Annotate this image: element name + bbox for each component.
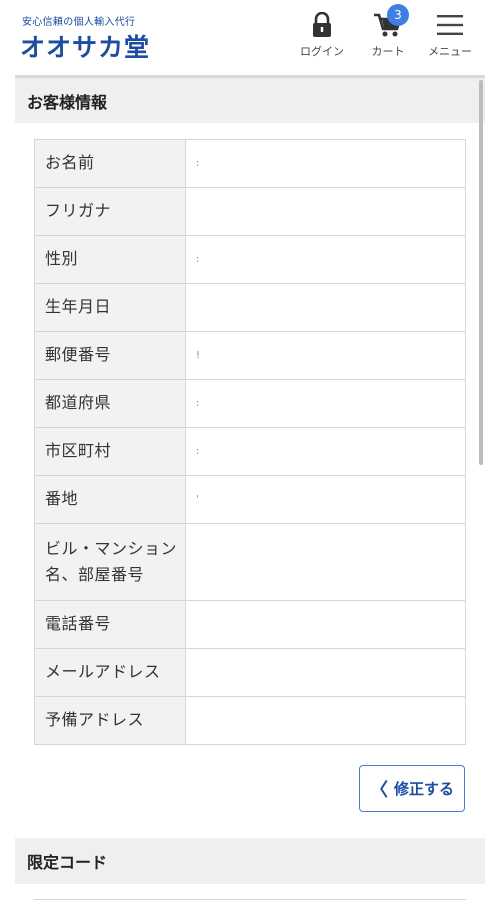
customer-info-heading: お客様情報 xyxy=(15,75,485,123)
row-label-name: お名前 xyxy=(34,139,186,188)
row-label-prefecture: 都道府県 xyxy=(34,379,186,428)
menu-label: メニュー xyxy=(428,45,472,58)
row-value-building xyxy=(185,523,466,601)
cart-label: カート xyxy=(371,45,405,58)
row-label-building: ビル・マンション名、部屋番号 xyxy=(34,523,186,601)
login-button[interactable]: ログイン xyxy=(296,10,348,59)
row-label-city: 市区町村 xyxy=(34,427,186,476)
row-value-furigana xyxy=(185,187,466,236)
row-label-gender: 性別 xyxy=(34,235,186,284)
row-label-birthdate: 生年月日 xyxy=(34,283,186,332)
brand-tagline: 安心信頼の個人輸入代行 xyxy=(22,17,136,28)
customer-info-table: お名前 : フリガナ 性別 : 生年月日 郵便番号 ! 都道府県 : 市区町村 … xyxy=(34,139,466,745)
edit-button-label: 修正する xyxy=(393,780,454,798)
table-row: フリガナ xyxy=(34,187,466,236)
row-value-street: ' xyxy=(185,475,466,524)
table-row: 電話番号 xyxy=(34,600,466,649)
table-row: ビル・マンション名、部屋番号 xyxy=(34,523,466,601)
scrollbar[interactable] xyxy=(479,80,483,465)
site-header: 安心信頼の個人輸入代行 オオサカ堂 ログイン 3 カート メニュー xyxy=(0,0,500,70)
login-label: ログイン xyxy=(300,45,344,58)
table-row: 性別 : xyxy=(34,235,466,284)
row-value-gender: : xyxy=(185,235,466,284)
chevron-left-icon: 〈 xyxy=(369,779,388,801)
lock-icon xyxy=(305,10,339,40)
row-label-furigana: フリガナ xyxy=(34,187,186,236)
table-row: 市区町村 : xyxy=(34,427,466,476)
edit-button[interactable]: 〈 修正する xyxy=(359,765,465,812)
limited-code-heading: 限定コード xyxy=(15,838,485,884)
menu-button[interactable]: メニュー xyxy=(422,10,478,59)
table-row: メールアドレス xyxy=(34,648,466,697)
row-value-phone xyxy=(185,600,466,649)
table-row: お名前 : xyxy=(34,139,466,188)
row-value-postal-code: ! xyxy=(185,331,466,380)
table-row: 番地 ' xyxy=(34,475,466,524)
row-label-postal-code: 郵便番号 xyxy=(34,331,186,380)
table-row: 都道府県 : xyxy=(34,379,466,428)
cart-icon: 3 xyxy=(371,4,409,40)
row-label-email: メールアドレス xyxy=(34,648,186,697)
row-value-city: : xyxy=(185,427,466,476)
row-value-email xyxy=(185,648,466,697)
cart-count-badge: 3 xyxy=(387,4,409,26)
brand-logo[interactable]: オオサカ堂 xyxy=(20,28,150,64)
row-value-name: : xyxy=(185,139,466,188)
row-value-prefecture: : xyxy=(185,379,466,428)
row-label-street: 番地 xyxy=(34,475,186,524)
table-row: 生年月日 xyxy=(34,283,466,332)
cart-button[interactable]: 3 カート xyxy=(362,4,414,59)
hamburger-icon xyxy=(433,10,467,40)
row-value-birthdate xyxy=(185,283,466,332)
table-row: 郵便番号 ! xyxy=(34,331,466,380)
row-label-phone: 電話番号 xyxy=(34,600,186,649)
table-row: 予備アドレス xyxy=(34,696,466,745)
row-value-backup-email xyxy=(185,696,466,745)
row-label-backup-email: 予備アドレス xyxy=(34,696,186,745)
